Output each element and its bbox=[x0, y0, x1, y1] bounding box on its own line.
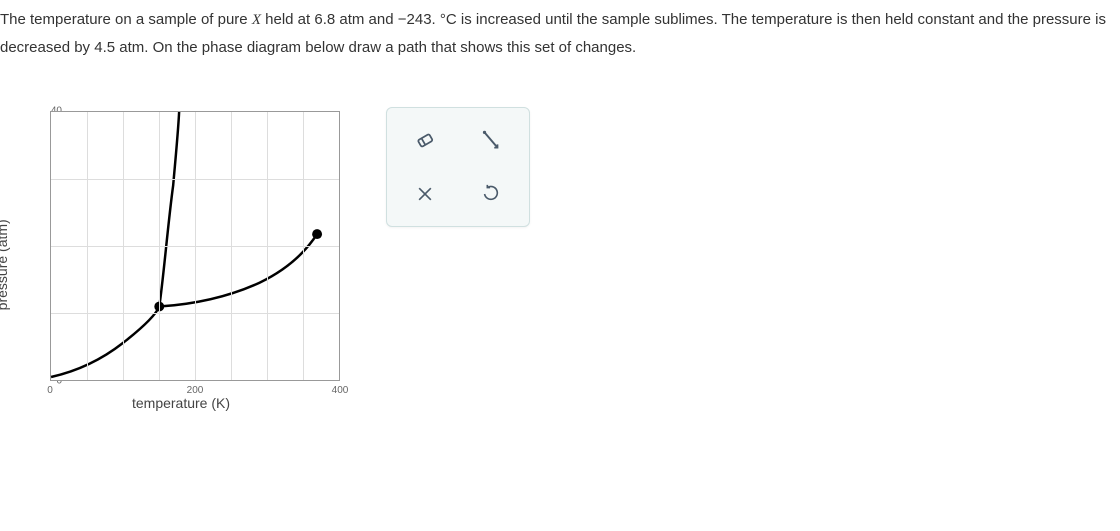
clear-tool[interactable] bbox=[395, 170, 455, 218]
line-tool[interactable] bbox=[461, 116, 521, 164]
q-part: atm and bbox=[335, 11, 398, 28]
q-part: held at bbox=[261, 11, 314, 28]
x-axis-label: temperature (K) bbox=[132, 395, 230, 411]
y-axis-label: pressure (atm) bbox=[0, 219, 10, 310]
phase-diagram[interactable]: pressure (atm) 0 20 40 0 200 400 bbox=[6, 101, 356, 451]
undo-icon bbox=[480, 183, 502, 205]
q-part: The temperature on a sample of pure bbox=[0, 11, 252, 28]
question-text: The temperature on a sample of pure X he… bbox=[0, 0, 1120, 61]
variable-x: X bbox=[252, 12, 261, 28]
line-icon bbox=[478, 127, 504, 153]
q-part: atm. On the phase diagram below draw a p… bbox=[115, 39, 636, 56]
temp-initial: −243. bbox=[398, 11, 436, 28]
eraser-tool[interactable] bbox=[395, 116, 455, 164]
plot-area[interactable] bbox=[50, 111, 340, 381]
eraser-icon bbox=[412, 127, 438, 153]
critical-point bbox=[312, 229, 322, 239]
close-icon bbox=[415, 184, 435, 204]
drawing-toolbar bbox=[386, 107, 530, 227]
xtick-400: 400 bbox=[332, 385, 349, 396]
xtick-0: 0 bbox=[47, 385, 53, 396]
pressure-initial: 6.8 bbox=[314, 11, 335, 28]
pressure-delta: 4.5 bbox=[94, 39, 115, 56]
undo-tool[interactable] bbox=[461, 170, 521, 218]
